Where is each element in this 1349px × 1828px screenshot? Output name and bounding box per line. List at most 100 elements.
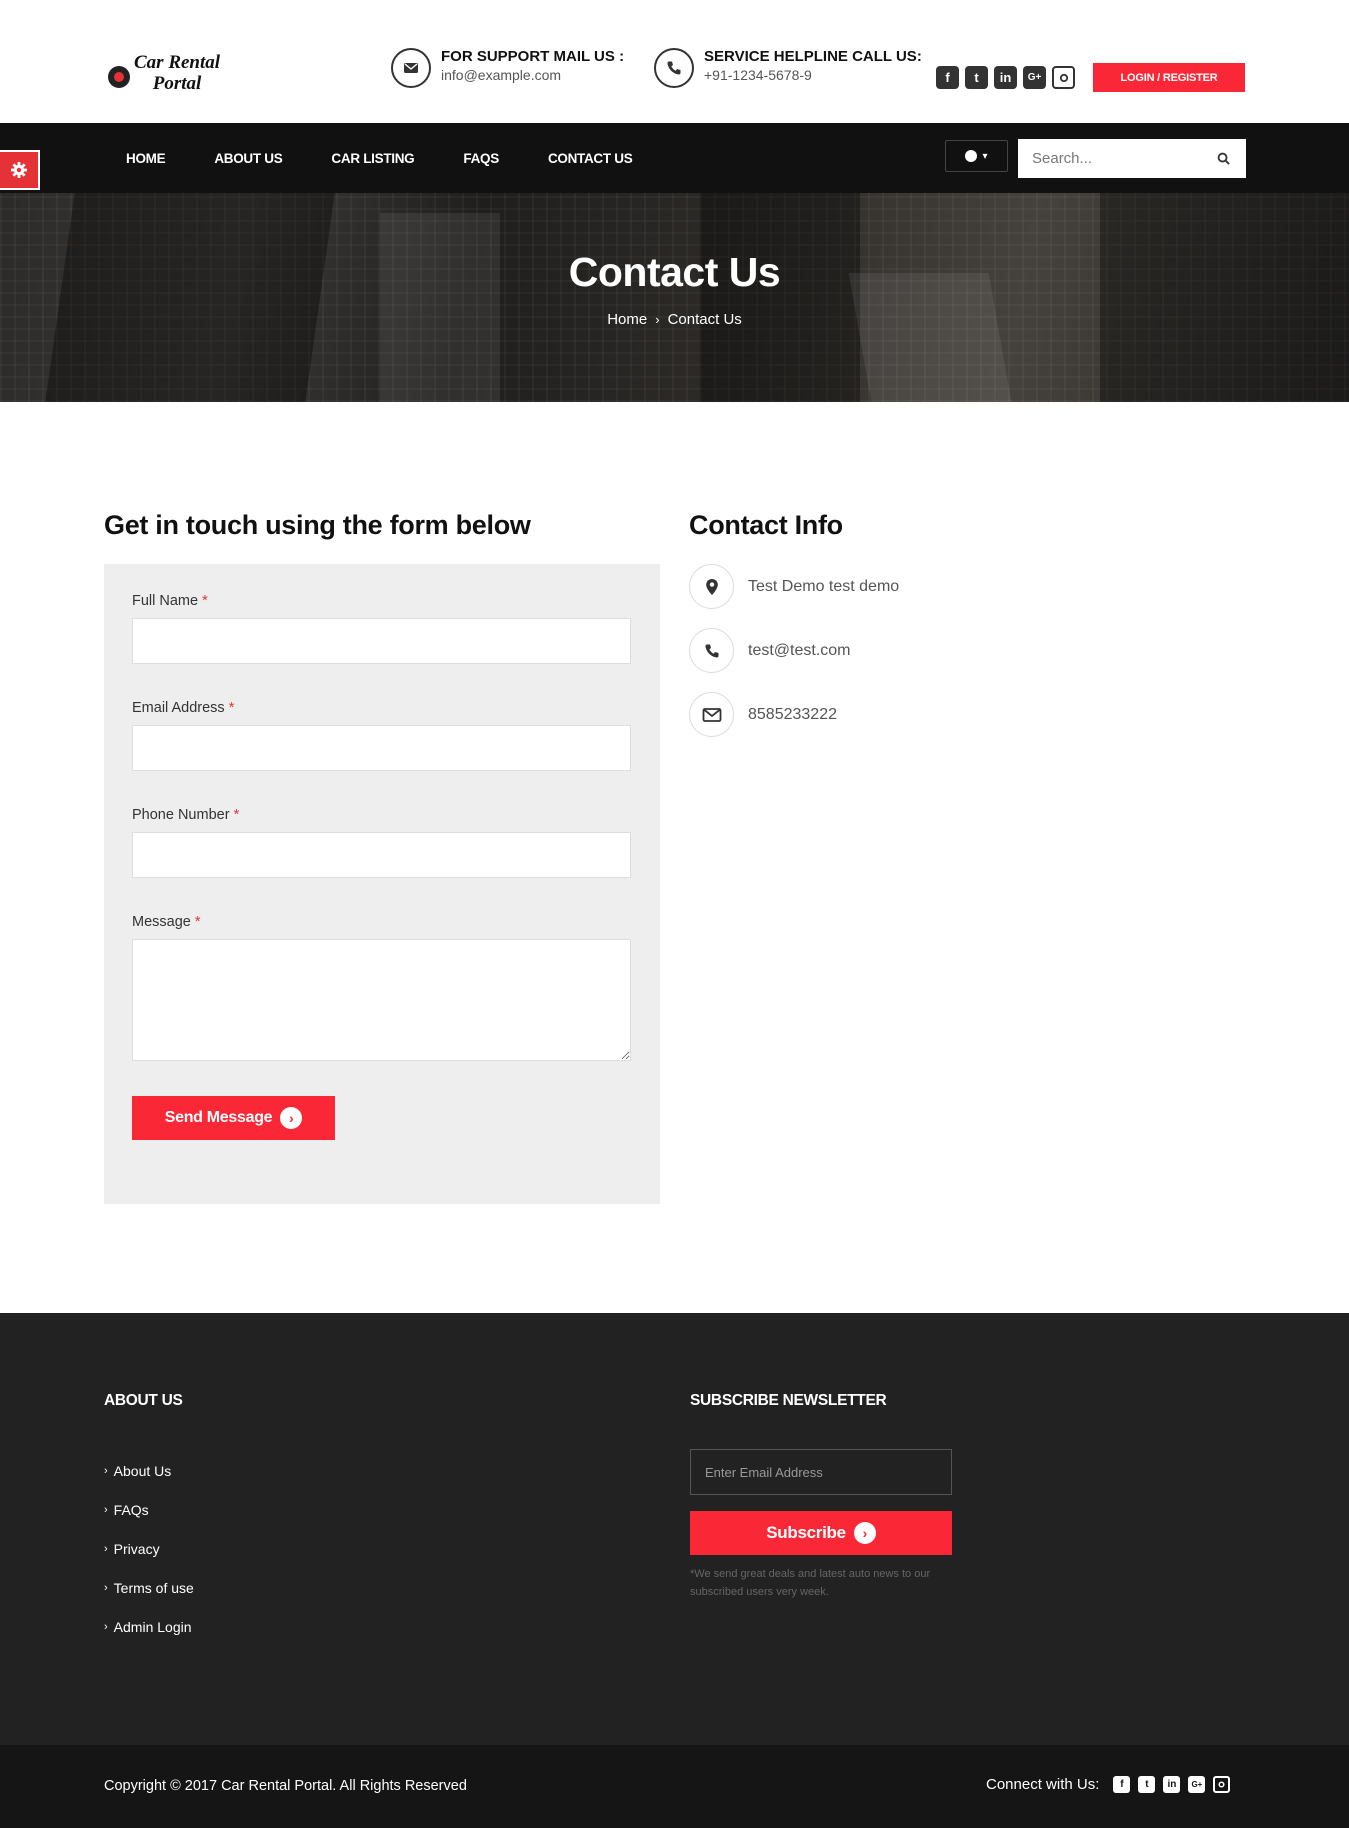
support-call-label: SERVICE HELPLINE CALL US: [704,48,922,65]
required-mark: * [228,700,235,716]
phone-icon [689,628,734,673]
phone-icon [654,48,694,88]
facebook-icon[interactable]: f [1113,1776,1131,1793]
footer-newsletter-heading: SUBSCRIBE NEWSLETTER [690,1392,887,1409]
twitter-icon[interactable]: t [965,66,988,89]
full-name-label: Full Name * [132,593,208,609]
chevron-right-icon: › [104,1504,108,1516]
contact-phone-text[interactable]: 8585233222 [748,706,837,724]
support-call-value[interactable]: +91-1234-5678-9 [704,66,922,84]
footer: ABOUT US › About Us › FAQs › Privacy › Terms… [0,1313,1349,1745]
logo[interactable]: Car Rental Portal [108,52,220,94]
newsletter-email-field [690,1449,952,1495]
message-label-text: Message [132,914,191,930]
footer-link-privacy[interactable]: › Privacy [104,1530,194,1569]
contact-address-text: Test Demo test demo [748,577,900,595]
contact-email: test@test.com [689,628,851,673]
banner-building-shape [1100,193,1349,402]
linkedin-icon[interactable]: in [1163,1776,1181,1793]
send-message-button[interactable]: Send Message › [132,1096,335,1140]
contact-form: Full Name * Email Address * Phone Number… [104,564,660,1204]
logo-line-1: Car Rental [134,52,221,73]
footer-link-label: Admin Login [113,1619,192,1635]
chevron-right-icon: › [104,1543,108,1555]
breadcrumb-current: Contact Us [667,311,742,328]
instagram-icon[interactable] [1213,1776,1231,1793]
facebook-icon[interactable]: f [936,66,959,89]
required-mark: * [202,593,208,609]
nav-item-faqs[interactable]: FAQS [463,151,499,166]
contact-info-heading: Contact Info [689,510,843,540]
logo-text: Car Rental Portal [134,52,220,94]
subscribe-label: Subscribe [766,1523,846,1542]
form-heading: Get in touch using the form below [104,510,531,540]
chevron-right-icon: › [104,1621,108,1633]
contact-email-text[interactable]: test@test.com [748,642,851,660]
page-title: Contact Us [568,249,781,295]
connect-with-us: Connect with Us: f t in G+ [986,1776,1231,1793]
top-header: Car Rental Portal FOR SUPPORT MAIL US : … [0,0,1349,123]
search-input[interactable] [1018,139,1208,178]
email-label-text: Email Address [132,700,225,716]
main-navbar: HOME ABOUT US CAR LISTING FAQS CONTACT U… [0,123,1349,193]
banner-building-shape [45,193,335,402]
subscribe-button[interactable]: Subscribe › [690,1511,952,1555]
banner-building-shape [700,193,860,402]
chevron-down-icon: ▾ [982,150,988,162]
support-call: SERVICE HELPLINE CALL US: +91-1234-5678-… [654,48,922,88]
newsletter-note: *We send great deals and latest auto new… [690,1568,931,1598]
required-mark: * [194,914,201,930]
copyright-text: Copyright © 2017 Car Rental Portal. All … [104,1778,467,1794]
arrow-right-icon: › [280,1107,303,1129]
phone-label-text: Phone Number [132,807,230,823]
email-address-input[interactable] [132,725,631,771]
login-register-button[interactable]: LOGIN / REGISTER [1093,63,1245,92]
phone-number-input[interactable] [132,832,631,878]
google-plus-icon[interactable]: G+ [1188,1776,1206,1793]
send-message-label: Send Message [164,1109,273,1126]
bottom-bar: Copyright © 2017 Car Rental Portal. All … [0,1745,1349,1828]
footer-links: › About Us › FAQs › Privacy › Terms of use ›… [104,1452,194,1647]
full-name-input[interactable] [132,618,631,664]
nav-item-home[interactable]: HOME [126,151,166,166]
gear-icon [11,162,27,178]
email-address-label: Email Address * [132,700,234,716]
footer-about-heading: ABOUT US [104,1392,183,1409]
user-circle-icon [965,150,978,162]
arrow-right-icon: › [853,1522,876,1544]
nav-menu: HOME ABOUT US CAR LISTING FAQS CONTACT U… [126,123,633,193]
twitter-icon[interactable]: t [1138,1776,1156,1793]
footer-link-about-us[interactable]: › About Us [104,1452,194,1491]
user-dropdown[interactable]: ▾ [945,140,1008,172]
breadcrumb-home[interactable]: Home [607,311,647,328]
full-name-label-text: Full Name [132,593,199,609]
nav-item-about-us[interactable]: ABOUT US [214,151,282,166]
newsletter-email-input[interactable] [705,1464,935,1480]
phone-number-label: Phone Number * [132,807,239,823]
instagram-icon[interactable] [1052,66,1075,89]
contact-address: Test Demo test demo [689,564,899,609]
logo-line-2: Portal [152,73,202,94]
google-plus-icon[interactable]: G+ [1023,66,1046,89]
support-mail-label: FOR SUPPORT MAIL US : [441,48,625,65]
support-mail-value[interactable]: info@example.com [441,66,624,84]
footer-link-admin-login[interactable]: › Admin Login [104,1608,194,1647]
settings-gear-button[interactable] [0,150,40,190]
map-marker-icon [689,564,734,609]
nav-item-contact-us[interactable]: CONTACT US [548,151,633,166]
footer-link-terms[interactable]: › Terms of use [104,1569,194,1608]
nav-item-car-listing[interactable]: CAR LISTING [331,151,414,166]
footer-link-label: Privacy [113,1541,160,1557]
search-box [1018,139,1246,178]
banner-building-shape [380,213,500,402]
linkedin-icon[interactable]: in [994,66,1017,89]
message-label: Message * [132,914,201,930]
connect-label: Connect with Us: [986,1776,1100,1793]
contact-phone: 8585233222 [689,692,837,737]
footer-link-faqs[interactable]: › FAQs [104,1491,194,1530]
chevron-right-icon: › [655,312,660,327]
message-textarea[interactable] [132,939,631,1061]
required-mark: * [233,807,240,823]
footer-link-label: Terms of use [113,1580,194,1596]
search-icon[interactable] [1208,152,1238,165]
